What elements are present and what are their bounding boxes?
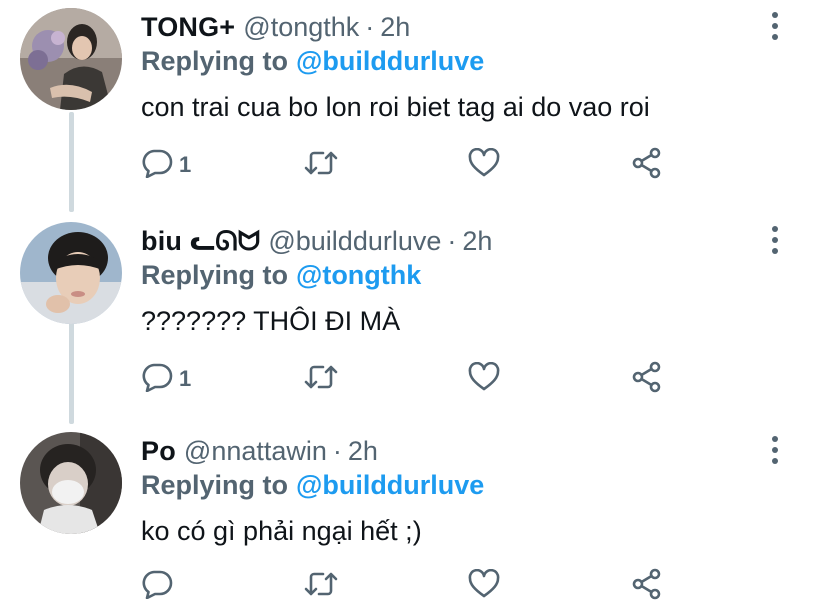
tweet-header: biu ᓚᘏᗢ @builddurluve · 2h: [141, 224, 492, 258]
retweet-icon: [303, 362, 339, 397]
tweet-actions: 1: [141, 359, 681, 399]
more-options-icon[interactable]: [762, 224, 788, 256]
like-button[interactable]: [468, 359, 500, 399]
reply-icon: [141, 148, 173, 183]
retweet-button[interactable]: [303, 566, 339, 606]
display-name[interactable]: biu ᓚᘏᗢ: [141, 224, 260, 258]
replying-to-mention[interactable]: @builddurluve: [296, 470, 484, 500]
replying-to-mention[interactable]: @tongthk: [296, 260, 421, 290]
user-handle[interactable]: @tongthk: [243, 10, 359, 44]
display-name[interactable]: TONG+: [141, 10, 235, 44]
display-name[interactable]: Po: [141, 434, 176, 468]
reply-count: 1: [179, 366, 192, 391]
avatar[interactable]: [20, 432, 122, 534]
reply-button[interactable]: 1: [141, 359, 191, 399]
share-icon: [631, 568, 663, 605]
avatar[interactable]: [20, 222, 122, 324]
avatar[interactable]: [20, 8, 122, 110]
like-icon: [468, 568, 500, 604]
user-handle[interactable]: @nnattawin: [184, 434, 327, 468]
share-button[interactable]: [631, 359, 663, 399]
like-button[interactable]: [468, 566, 500, 606]
tweet-reply[interactable]: TONG+ @tongthk · 2h Replying to @builddur…: [0, 0, 828, 205]
reply-count: 1: [179, 152, 192, 177]
timestamp[interactable]: 2h: [348, 434, 378, 468]
tweet-actions: 1: [141, 145, 681, 185]
retweet-button[interactable]: [303, 359, 339, 399]
reply-button[interactable]: 1: [141, 145, 191, 185]
separator-dot: ·: [447, 226, 457, 256]
reply-icon: [141, 362, 173, 397]
more-options-icon[interactable]: [762, 434, 788, 466]
replying-to: Replying to @builddurluve: [141, 469, 484, 501]
tweet-header: Po @nnattawin · 2h: [141, 434, 378, 468]
replying-to-label: Replying to: [141, 470, 288, 500]
replying-to-label: Replying to: [141, 46, 288, 76]
tweet-actions: [141, 566, 681, 606]
more-options-icon[interactable]: [762, 10, 788, 42]
reply-icon: [141, 569, 173, 604]
retweet-button[interactable]: [303, 145, 339, 185]
replying-to: Replying to @tongthk: [141, 259, 421, 291]
retweet-icon: [303, 569, 339, 604]
separator-dot: ·: [365, 12, 375, 42]
user-handle[interactable]: @builddurluve: [268, 224, 441, 258]
tweet-reply[interactable]: biu ᓚᘏᗢ @builddurluve · 2h Replying to @t…: [0, 214, 828, 419]
like-button[interactable]: [468, 145, 500, 185]
replying-to-label: Replying to: [141, 260, 288, 290]
share-icon: [631, 361, 663, 398]
share-button[interactable]: [631, 566, 663, 606]
reply-button[interactable]: [141, 566, 179, 606]
separator-dot: ·: [332, 436, 342, 466]
like-icon: [468, 147, 500, 183]
retweet-icon: [303, 148, 339, 183]
tweet-header: TONG+ @tongthk · 2h: [141, 10, 410, 44]
timestamp[interactable]: 2h: [462, 224, 492, 258]
tweet-text: con trai cua bo lon roi biet tag ai do v…: [141, 92, 650, 122]
share-icon: [631, 147, 663, 184]
timestamp[interactable]: 2h: [380, 10, 410, 44]
share-button[interactable]: [631, 145, 663, 185]
like-icon: [468, 361, 500, 397]
tweet-reply[interactable]: Po @nnattawin · 2h Replying to @builddurl…: [0, 424, 828, 612]
tweet-text: ko có gì phải ngại hết ;): [141, 516, 422, 546]
replying-to-mention[interactable]: @builddurluve: [296, 46, 484, 76]
tweet-text: ??????? THÔI ĐI MÀ: [141, 306, 401, 336]
replying-to: Replying to @builddurluve: [141, 45, 484, 77]
